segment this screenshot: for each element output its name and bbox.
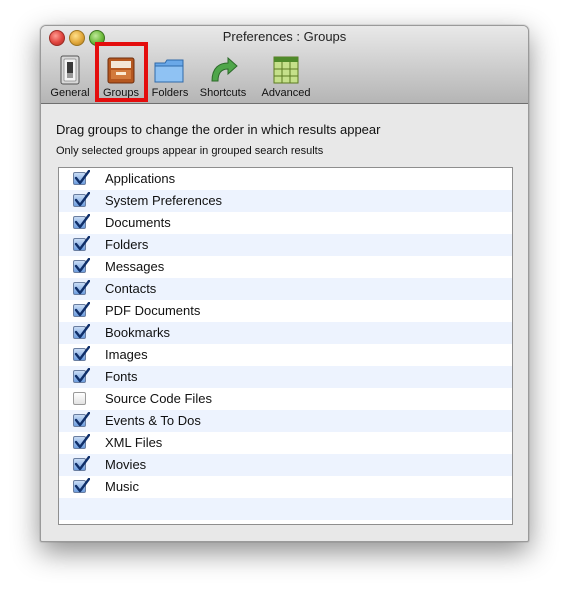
curved-arrow-icon bbox=[206, 55, 240, 90]
group-checkbox[interactable] bbox=[73, 236, 90, 251]
toolbar-shortcuts[interactable]: Shortcuts bbox=[195, 53, 251, 101]
group-label: Images bbox=[105, 347, 148, 362]
group-checkbox[interactable] bbox=[73, 214, 90, 229]
group-label: System Preferences bbox=[105, 193, 223, 208]
empty-row bbox=[59, 498, 512, 520]
group-row[interactable]: PDF Documents bbox=[59, 300, 512, 322]
group-checkbox[interactable] bbox=[73, 456, 90, 471]
group-row[interactable]: Images bbox=[59, 344, 512, 366]
group-label: Documents bbox=[105, 215, 171, 230]
group-checkbox[interactable] bbox=[73, 346, 90, 361]
group-checkbox[interactable] bbox=[73, 302, 90, 317]
group-label: Events & To Dos bbox=[105, 413, 201, 428]
group-checkbox[interactable] bbox=[73, 280, 90, 295]
group-label: XML Files bbox=[105, 435, 163, 450]
group-row[interactable]: System Preferences bbox=[59, 190, 512, 212]
group-row[interactable]: Movies bbox=[59, 454, 512, 476]
toolbar-general[interactable]: General bbox=[47, 53, 93, 101]
group-checkbox[interactable] bbox=[73, 478, 90, 493]
toolbar-groups[interactable]: Groups bbox=[97, 53, 145, 101]
group-checkbox[interactable] bbox=[73, 192, 90, 207]
preferences-window: Preferences : Groups General Groups Fold… bbox=[40, 25, 529, 542]
switch-icon bbox=[57, 55, 83, 90]
grid-icon bbox=[271, 55, 301, 90]
group-row[interactable]: XML Files bbox=[59, 432, 512, 454]
group-checkbox[interactable] bbox=[73, 368, 90, 383]
group-label: Folders bbox=[105, 237, 149, 252]
group-row[interactable]: Folders bbox=[59, 234, 512, 256]
group-row[interactable]: Applications bbox=[59, 168, 512, 190]
toolbar-advanced[interactable]: Advanced bbox=[256, 53, 316, 101]
instructions-heading: Drag groups to change the order in which… bbox=[56, 122, 381, 137]
group-label: Messages bbox=[105, 259, 165, 274]
instructions-subheading: Only selected groups appear in grouped s… bbox=[56, 145, 324, 157]
group-label: Applications bbox=[105, 171, 176, 186]
group-row[interactable]: Contacts bbox=[59, 278, 512, 300]
groups-list[interactable]: Applications System Preferences Documents F… bbox=[58, 167, 513, 525]
group-row[interactable]: Documents bbox=[59, 212, 512, 234]
group-label: Source Code Files bbox=[105, 391, 212, 406]
group-row[interactable]: Fonts bbox=[59, 366, 512, 388]
folder-icon bbox=[153, 55, 187, 90]
group-label: Music bbox=[105, 479, 139, 494]
group-checkbox[interactable] bbox=[73, 434, 90, 449]
group-row[interactable]: Events & To Dos bbox=[59, 410, 512, 432]
group-row[interactable]: Bookmarks bbox=[59, 322, 512, 344]
group-checkbox[interactable] bbox=[73, 170, 90, 185]
group-checkbox[interactable] bbox=[73, 392, 86, 405]
group-label: Contacts bbox=[105, 281, 157, 296]
title-bar: Preferences : Groups General Groups Fold… bbox=[41, 26, 528, 104]
group-row[interactable]: Music bbox=[59, 476, 512, 498]
toolbar-folders[interactable]: Folders bbox=[147, 53, 193, 101]
group-label: PDF Documents bbox=[105, 303, 201, 318]
group-row[interactable]: Messages bbox=[59, 256, 512, 278]
window-title: Preferences : Groups bbox=[222, 29, 347, 44]
group-checkbox[interactable] bbox=[73, 412, 90, 427]
group-checkbox[interactable] bbox=[73, 324, 90, 339]
inbox-tray-icon bbox=[105, 55, 137, 90]
group-checkbox[interactable] bbox=[73, 258, 90, 273]
group-label: Movies bbox=[105, 457, 147, 472]
group-label: Bookmarks bbox=[105, 325, 171, 340]
group-label: Fonts bbox=[105, 369, 138, 384]
group-row[interactable]: Source Code Files bbox=[59, 388, 512, 410]
